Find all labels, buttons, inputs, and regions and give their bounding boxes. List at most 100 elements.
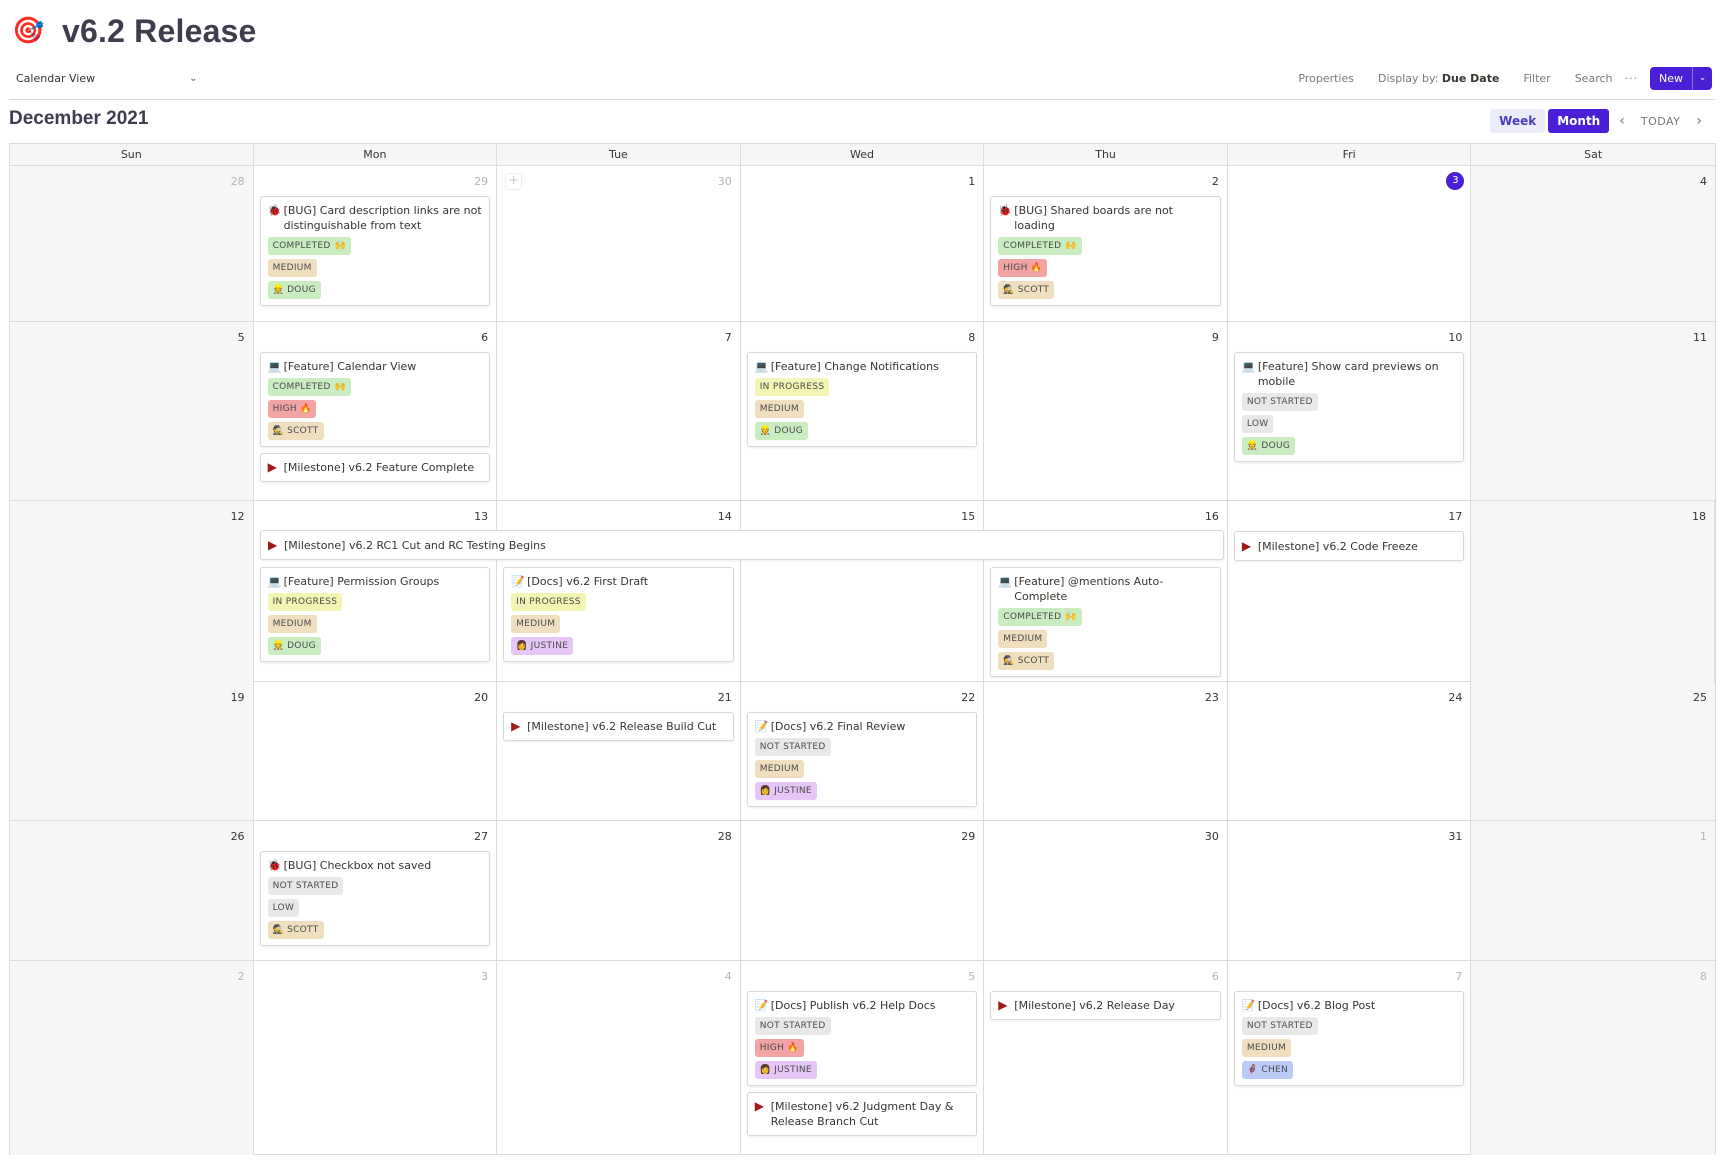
card[interactable]: 💻 [Feature] Show card previews on mobile N… [1233, 352, 1465, 462]
day-cell[interactable]: 10 💻 [Feature] Show card previews on mobi… [1228, 322, 1472, 500]
flag-icon: ▶ [754, 1099, 764, 1113]
month-view-button[interactable]: Month [1548, 109, 1610, 133]
new-dropdown-chevron-icon[interactable]: ⌄ [1692, 66, 1712, 90]
card-title: 📝 [Docs] v6.2 First Draft [511, 574, 726, 589]
day-cell[interactable]: 2 🐞 [BUG] Shared boards are not loading CO… [984, 166, 1228, 321]
status-tag: COMPLETED 🙌 [998, 608, 1082, 626]
card[interactable]: 🐞 [BUG] Checkbox not saved NOT STARTED LOW 🕵… [259, 851, 491, 946]
card-title-text: [Milestone] v6.2 RC1 Cut and RC Testing … [284, 538, 546, 552]
day-cell[interactable]: 21 ▶ [Milestone] v6.2 Release Build Cut [497, 682, 741, 820]
day-cell[interactable]: 12 [10, 501, 254, 689]
day-number: 2 [1211, 175, 1219, 188]
day-cell[interactable]: 11 [1471, 322, 1715, 500]
day-number: 26 [230, 830, 245, 843]
add-card-button[interactable]: + [505, 173, 523, 190]
day-cell[interactable]: 4 [497, 961, 741, 1155]
day-number: 25 [1692, 691, 1707, 704]
raised-hands-icon: 🙌 [334, 241, 347, 251]
card[interactable]: 📝 [Docs] v6.2 Blog Post NOT STARTED MEDIUM 🦸… [1233, 991, 1465, 1086]
status-tag: NOT STARTED [754, 738, 831, 756]
day-cell[interactable]: 25 [1471, 682, 1715, 820]
avatar-icon: 👩 [759, 786, 772, 796]
weekday-sun: Sun [10, 144, 254, 165]
prev-month-icon[interactable]: ‹ [1609, 113, 1635, 129]
day-cell[interactable]: 2 [10, 961, 254, 1155]
day-cell[interactable]: 22 📝 [Docs] v6.2 Final Review NOT STARTED M… [741, 682, 985, 820]
day-number: 29 [961, 830, 976, 843]
day-number: 4 [1699, 175, 1707, 188]
assignee-label: JUSTINE [774, 786, 812, 796]
card[interactable]: 💻 [Feature] Calendar View COMPLETED 🙌 HIGH 🔥 🕵… [259, 352, 491, 447]
day-cell[interactable]: 20 [254, 682, 498, 820]
day-cell[interactable]: 7 📝 [Docs] v6.2 Blog Post NOT STARTED MEDIU… [1228, 961, 1472, 1155]
day-cell[interactable]: 28 [10, 166, 254, 321]
day-cell[interactable]: 3 [254, 961, 498, 1155]
filter-button[interactable]: Filter [1511, 72, 1562, 85]
card[interactable]: 📝 [Docs] v6.2 First Draft IN PROGRESS MEDIU… [503, 567, 734, 662]
day-cell[interactable]: 31 [1228, 821, 1472, 960]
card-title-text: [Docs] v6.2 Final Review [770, 720, 906, 733]
assignee-tag: 👩 JUSTINE [754, 1061, 817, 1079]
card-title: 📝 [Docs] v6.2 Blog Post [1242, 998, 1457, 1013]
day-cell[interactable]: 29 🐞 [BUG] Card description links are not… [254, 166, 498, 321]
day-cell[interactable]: 1 [1471, 821, 1715, 960]
card[interactable]: 💻 [Feature] @mentions Auto-Complete COMPLE… [990, 567, 1221, 677]
day-number: 7 [724, 331, 732, 344]
fire-icon: 🔥 [787, 1043, 799, 1053]
day-cell[interactable]: 19 [10, 682, 254, 820]
day-cell[interactable]: 5 📝 [Docs] Publish v6.2 Help Docs NOT STAR… [741, 961, 985, 1155]
day-cell[interactable]: 17 ▶ [Milestone] v6.2 Code Freeze [1228, 501, 1472, 689]
day-cell[interactable]: + 30 [497, 166, 741, 321]
day-cell[interactable]: 9 [984, 322, 1228, 500]
card[interactable]: 🐞 [BUG] Card description links are not di… [259, 196, 491, 306]
milestone-card[interactable]: ▶ [Milestone] v6.2 Release Build Cut [503, 712, 734, 741]
bug-icon: 🐞 [267, 204, 282, 217]
milestone-card[interactable]: ▶ [Milestone] v6.2 Release Day [990, 991, 1221, 1020]
search-button[interactable]: Search [1563, 72, 1625, 85]
day-cell[interactable]: 18 [1471, 501, 1715, 689]
day-cell[interactable]: 8 [1471, 961, 1715, 1155]
properties-button[interactable]: Properties [1286, 72, 1366, 85]
next-month-icon[interactable]: › [1686, 113, 1712, 129]
card[interactable]: 💻 [Feature] Change Notifications IN PROGRE… [746, 352, 978, 447]
assignee-label: JUSTINE [530, 641, 569, 651]
priority-tag: LOW [267, 899, 300, 917]
day-cell[interactable]: 8 💻 [Feature] Change Notifications IN PROG… [741, 322, 985, 500]
card[interactable]: 📝 [Docs] Publish v6.2 Help Docs NOT STARTE… [746, 991, 978, 1086]
milestone-card[interactable]: ▶ [Milestone] v6.2 Feature Complete [259, 453, 491, 482]
day-cell[interactable]: 24 [1228, 682, 1472, 820]
day-cell[interactable]: 28 [497, 821, 741, 960]
day-cell[interactable]: 6 ▶ [Milestone] v6.2 Release Day [984, 961, 1228, 1155]
card[interactable]: 💻 [Feature] Permission Groups IN PROGRESS M… [259, 567, 491, 662]
card[interactable]: 📝 [Docs] v6.2 Final Review NOT STARTED MEDI… [746, 712, 978, 807]
day-cell[interactable]: 6 💻 [Feature] Calendar View COMPLETED 🙌 HIGH… [254, 322, 498, 500]
new-button[interactable]: New [1650, 67, 1692, 90]
day-cell[interactable]: 1 [741, 166, 985, 321]
status-tag: COMPLETED 🙌 [267, 237, 352, 255]
view-selector[interactable]: Calendar View ⌄ [16, 72, 197, 85]
card[interactable]: 🐞 [BUG] Shared boards are not loading COMP… [990, 196, 1221, 306]
day-cell[interactable]: 4 [1471, 166, 1715, 321]
toolbar: Properties Display by: Due Date Filter S… [1286, 66, 1712, 90]
day-cell[interactable]: 29 [741, 821, 985, 960]
priority-label: LOW [272, 903, 295, 913]
week-view-button[interactable]: Week [1490, 109, 1546, 133]
card-title-text: [Docs] Publish v6.2 Help Docs [770, 999, 936, 1012]
day-cell[interactable]: 30 [984, 821, 1228, 960]
day-cell[interactable]: 7 [497, 322, 741, 500]
milestone-card[interactable]: ▶ [Milestone] v6.2 Code Freeze [1233, 531, 1465, 561]
day-cell[interactable]: 3 [1228, 166, 1472, 321]
day-cell[interactable]: 5 [10, 322, 254, 500]
day-cell[interactable]: 23 [984, 682, 1228, 820]
day-cell[interactable]: 27 🐞 [BUG] Checkbox not saved NOT STARTED L… [254, 821, 498, 960]
spanning-milestone-card[interactable]: ▶ [Milestone] v6.2 RC1 Cut and RC Testing… [260, 530, 1224, 560]
week-row: 28 29 🐞 [BUG] Card description links are … [10, 166, 1715, 322]
card-title: 📝 [Docs] Publish v6.2 Help Docs [755, 998, 970, 1013]
more-options-icon[interactable]: ··· [1625, 72, 1647, 85]
day-cell[interactable]: 26 [10, 821, 254, 960]
day-number: 6 [481, 331, 489, 344]
today-button[interactable]: TODAY [1635, 115, 1687, 128]
display-by-button[interactable]: Display by: Due Date [1366, 72, 1511, 85]
milestone-card[interactable]: ▶ [Milestone] v6.2 Judgment Day & Release… [746, 1092, 978, 1136]
card-title: ▶ [Milestone] v6.2 Feature Complete [268, 460, 483, 475]
